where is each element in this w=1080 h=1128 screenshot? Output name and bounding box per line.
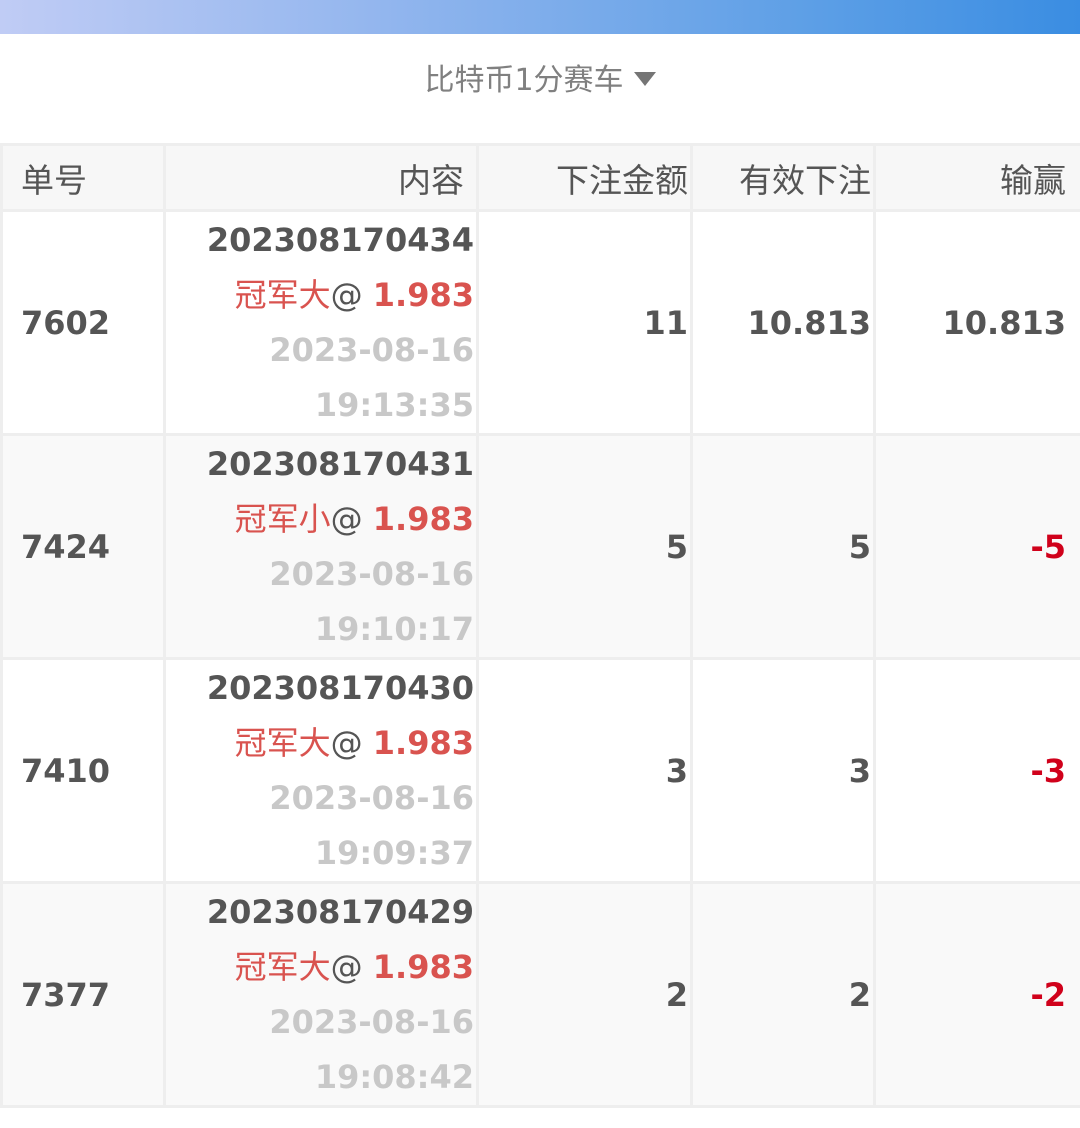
bet-date: 2023-08-16 <box>269 778 474 817</box>
content-cell: 202308170431 冠军小@ 1.983 2023-08-16 19:10… <box>163 433 479 660</box>
content-cell: 202308170429 冠军大@ 1.983 2023-08-16 19:08… <box>163 881 479 1108</box>
column-header-win-loss: 输赢 <box>873 143 1080 212</box>
bet-date: 2023-08-16 <box>269 330 474 369</box>
bet-play: 冠军大 <box>234 275 331 314</box>
content-cell: 202308170430 冠军大@ 1.983 2023-08-16 19:09… <box>163 657 479 884</box>
bet-play: 冠军大 <box>234 723 331 762</box>
bet-amount-cell: 11 <box>476 209 693 436</box>
bet-play-line: 冠军大@ 1.983 <box>166 268 474 323</box>
issue-number: 202308170429 <box>206 892 474 931</box>
bet-play: 冠军小 <box>234 499 331 538</box>
caret-down-icon <box>633 72 656 86</box>
order-id-cell: 7377 <box>0 881 166 1108</box>
column-header-order-id: 单号 <box>0 143 166 212</box>
at-sign: @ <box>330 723 373 762</box>
table-header-row: 单号 内容 下注金额 有效下注 输赢 <box>0 143 1080 212</box>
bet-play-line: 冠军大@ 1.983 <box>166 716 474 771</box>
bet-play: 冠军大 <box>234 947 331 986</box>
bet-time: 19:10:17 <box>314 609 474 648</box>
valid-bet-cell: 10.813 <box>690 209 876 436</box>
win-loss-cell: -3 <box>873 657 1080 884</box>
win-loss-cell: -2 <box>873 881 1080 1108</box>
at-sign: @ <box>330 275 373 314</box>
table-row[interactable]: 7602 202308170434 冠军大@ 1.983 2023-08-16 … <box>0 209 1080 436</box>
bet-amount-cell: 5 <box>476 433 693 660</box>
bet-amount-cell: 2 <box>476 881 693 1108</box>
order-id-cell: 7602 <box>0 209 166 436</box>
bet-odds: 1.983 <box>372 947 474 986</box>
bet-time: 19:08:42 <box>314 1057 474 1096</box>
lottery-name: 比特币1分赛车 <box>424 63 624 98</box>
order-id-cell: 7410 <box>0 657 166 884</box>
bet-time: 19:09:37 <box>314 833 474 872</box>
bet-play-line: 冠军小@ 1.983 <box>166 492 474 547</box>
column-header-content: 内容 <box>163 143 479 212</box>
bet-amount-cell: 3 <box>476 657 693 884</box>
table-row[interactable]: 7424 202308170431 冠军小@ 1.983 2023-08-16 … <box>0 433 1080 660</box>
column-header-bet-amount: 下注金额 <box>476 143 693 212</box>
valid-bet-cell: 5 <box>690 433 876 660</box>
table-row[interactable]: 7410 202308170430 冠军大@ 1.983 2023-08-16 … <box>0 657 1080 884</box>
valid-bet-cell: 2 <box>690 881 876 1108</box>
lottery-selector[interactable]: 比特币1分赛车 <box>0 34 1080 120</box>
issue-number: 202308170430 <box>206 668 474 707</box>
bet-odds: 1.983 <box>372 499 474 538</box>
top-status-bar <box>0 0 1080 34</box>
bet-date: 2023-08-16 <box>269 554 474 593</box>
win-loss-cell: 10.813 <box>873 209 1080 436</box>
valid-bet-cell: 3 <box>690 657 876 884</box>
issue-number: 202308170431 <box>206 444 474 483</box>
bet-records-table: 单号 内容 下注金额 有效下注 输赢 7602 202308170434 冠军大… <box>0 143 1080 1108</box>
win-loss-cell: -5 <box>873 433 1080 660</box>
content-cell: 202308170434 冠军大@ 1.983 2023-08-16 19:13… <box>163 209 479 436</box>
issue-number: 202308170434 <box>206 220 474 259</box>
column-header-valid-bet: 有效下注 <box>690 143 876 212</box>
bet-date: 2023-08-16 <box>269 1002 474 1041</box>
at-sign: @ <box>330 947 373 986</box>
bet-odds: 1.983 <box>372 275 474 314</box>
bet-play-line: 冠军大@ 1.983 <box>166 940 474 995</box>
bet-odds: 1.983 <box>372 723 474 762</box>
bet-time: 19:13:35 <box>314 385 474 424</box>
table-row[interactable]: 7377 202308170429 冠军大@ 1.983 2023-08-16 … <box>0 881 1080 1108</box>
order-id-cell: 7424 <box>0 433 166 660</box>
at-sign: @ <box>330 499 373 538</box>
